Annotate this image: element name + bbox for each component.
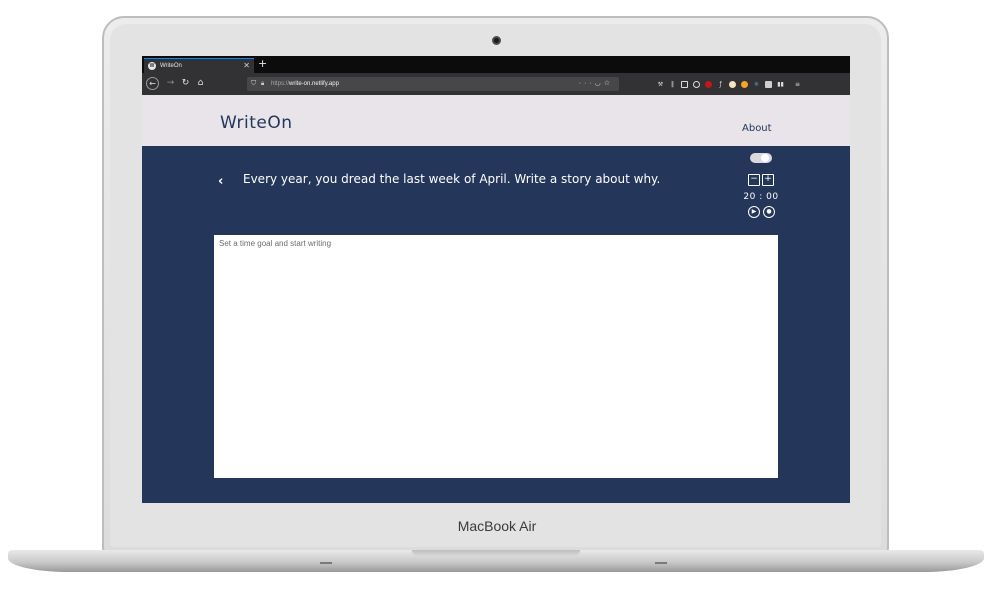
account-icon[interactable] <box>693 80 700 88</box>
app-header: WriteOn About <box>142 95 850 146</box>
browser-tab-bar: W WriteOn ✕ + <box>142 56 850 73</box>
browser-tab-writeon[interactable]: W WriteOn ✕ <box>144 58 254 73</box>
home-icon[interactable]: ⌂ <box>194 77 207 90</box>
url-scheme: https:// <box>271 81 290 87</box>
sidebar-icon[interactable] <box>681 80 688 88</box>
favicon-icon: W <box>148 62 156 70</box>
url-bar[interactable]: ⛉ 🔒︎ https://write-on.netlify.app ···◡☆ <box>247 77 619 91</box>
star-icon[interactable]: ☆ <box>604 80 613 87</box>
timer-adjust-controls: − + <box>748 174 776 186</box>
function-icon[interactable]: ƒ <box>717 81 724 88</box>
laptop-foot-right <box>655 562 667 564</box>
library-icon[interactable]: ‖ <box>669 81 676 88</box>
close-icon[interactable]: ✕ <box>243 59 250 73</box>
stop-circle-icon[interactable]: ● <box>763 206 775 218</box>
bulb-icon[interactable] <box>729 80 736 88</box>
camera-icon <box>492 36 501 45</box>
barcode-icon[interactable]: ▮▮ <box>777 81 784 88</box>
url-host: write-on.netlify.app <box>289 81 339 87</box>
extensions-row: ⚒ ‖ ƒ ⚛ ▮▮ ≡ <box>657 78 801 90</box>
writing-prompt: Every year, you dread the last week of A… <box>243 172 661 186</box>
url-text: https://write-on.netlify.app <box>271 77 339 91</box>
toggle-knob <box>761 154 769 162</box>
lock-icon[interactable]: 🔒︎ <box>261 77 264 91</box>
device-label: MacBook Air <box>457 518 537 534</box>
pocket-icon[interactable]: ◡ <box>595 80 604 87</box>
about-link[interactable]: About <box>742 123 772 134</box>
screen: W WriteOn ✕ + ← → ↻ ⌂ ⛉ 🔒︎ https://write… <box>142 56 850 503</box>
more-icon[interactable]: ··· <box>579 80 595 87</box>
back-arrow-icon[interactable]: ← <box>146 77 159 90</box>
shield-icon[interactable]: ⛉ <box>251 77 256 91</box>
play-circle-icon[interactable]: ▶ <box>748 206 760 218</box>
ublock-icon[interactable] <box>705 80 712 88</box>
screenshot-icon[interactable] <box>765 80 772 88</box>
plus-square-icon[interactable]: + <box>762 174 774 186</box>
app-logo[interactable]: WriteOn <box>220 113 293 133</box>
forward-arrow-icon[interactable]: → <box>164 77 177 90</box>
toggle-switch-icon[interactable] <box>750 153 772 163</box>
url-actions: ···◡☆ <box>579 77 613 91</box>
timer-display: 20 : 00 <box>743 192 779 202</box>
menu-icon[interactable]: ≡ <box>794 81 801 88</box>
plus-icon[interactable]: + <box>258 57 267 71</box>
react-icon[interactable]: ⚛ <box>753 81 760 88</box>
honey-icon[interactable] <box>741 80 748 88</box>
laptop-foot-left <box>320 562 332 564</box>
wrench-icon[interactable]: ⚒ <box>657 81 664 88</box>
writing-textarea[interactable] <box>214 235 778 478</box>
browser-toolbar: ← → ↻ ⌂ ⛉ 🔒︎ https://write-on.netlify.ap… <box>142 73 850 95</box>
laptop-notch <box>412 550 580 556</box>
reload-icon[interactable]: ↻ <box>179 77 192 90</box>
minus-square-icon[interactable]: − <box>748 174 760 186</box>
tab-title: WriteOn <box>160 63 182 69</box>
chevron-left-icon[interactable]: ‹ <box>218 174 223 189</box>
